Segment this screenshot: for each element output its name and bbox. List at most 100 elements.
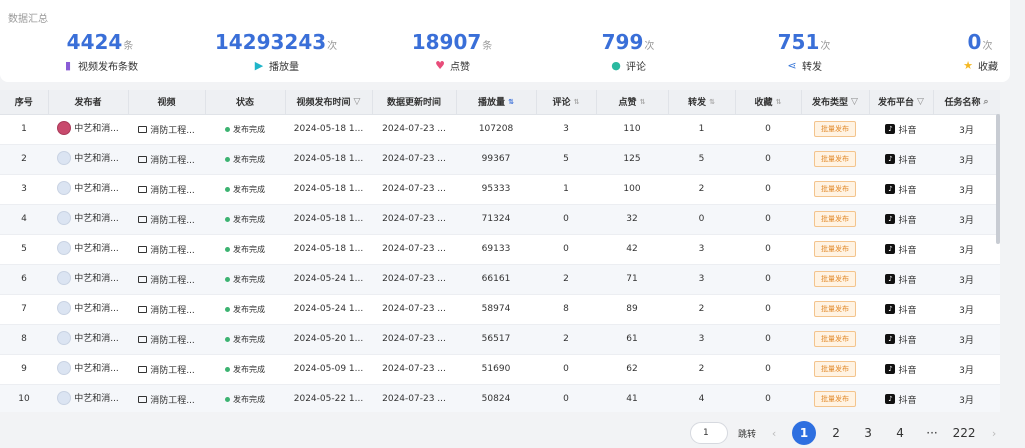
- sort-icon[interactable]: ⇅: [574, 98, 580, 106]
- cell-task-name: 3月: [933, 234, 1000, 265]
- stat-value: 14293243: [214, 30, 327, 54]
- table-row[interactable]: 6 中艺和消... 消防工程... 发布完成 2024-05-24 1... 2024-0…: [0, 264, 1000, 295]
- page-button[interactable]: 4: [888, 421, 912, 445]
- cell-video[interactable]: 消防工程...: [128, 234, 205, 265]
- cell-platform: ♪ 抖音: [869, 204, 933, 235]
- cell-video[interactable]: 消防工程...: [128, 264, 205, 295]
- cell-shares: 1: [668, 114, 735, 145]
- star-icon: ★: [963, 58, 973, 72]
- cell-publish-time: 2024-05-24 1...: [285, 264, 372, 295]
- cell-task-name: 3月: [933, 114, 1000, 145]
- cell-publisher: 中艺和消...: [48, 294, 128, 325]
- table-row[interactable]: 9 中艺和消... 消防工程... 发布完成 2024-05-09 1... 2024-0…: [0, 354, 1000, 385]
- table-row[interactable]: 10 中艺和消... 消防工程... 发布完成 2024-05-22 1... 2024-…: [0, 384, 1000, 412]
- cell-platform: ♪ 抖音: [869, 354, 933, 385]
- col-favorites[interactable]: 收藏 ⇅: [735, 90, 802, 115]
- search-icon[interactable]: ⌕: [983, 97, 988, 107]
- col-platform[interactable]: 发布平台 ▽: [869, 90, 934, 115]
- cell-update-time: 2024-07-23 ...: [372, 324, 456, 355]
- cell-plays: 58974: [456, 294, 536, 325]
- col-task-name[interactable]: 任务名称 ⌕: [933, 90, 1000, 115]
- cell-favorites: 0: [735, 354, 801, 385]
- cell-publisher: 中艺和消...: [48, 204, 128, 235]
- cell-plays: 99367: [456, 144, 536, 175]
- chevron-right-icon[interactable]: ›: [984, 427, 1004, 440]
- cell-publisher: 中艺和消...: [48, 114, 128, 145]
- cell-video[interactable]: 消防工程...: [128, 384, 205, 412]
- cell-plays: 50824: [456, 384, 536, 412]
- avatar: [57, 150, 72, 165]
- cell-video[interactable]: 消防工程...: [128, 354, 205, 385]
- video-icon: [138, 125, 148, 133]
- filter-icon[interactable]: ▽: [851, 97, 858, 107]
- stat-unit: 次: [982, 41, 993, 52]
- table-row[interactable]: 4 中艺和消... 消防工程... 发布完成 2024-05-18 1... 2024-0…: [0, 204, 1000, 235]
- col-publish-time[interactable]: 视频发布时间 ▽: [285, 90, 373, 115]
- sort-icon[interactable]: ⇅: [508, 98, 514, 106]
- cell-update-time: 2024-07-23 ...: [372, 384, 456, 412]
- sort-icon[interactable]: ⇅: [776, 98, 782, 106]
- stat-card: 799次 ● 评论: [548, 30, 708, 73]
- cell-video[interactable]: 消防工程...: [128, 294, 205, 325]
- cell-publish-time: 2024-05-09 1...: [285, 354, 372, 385]
- stat-unit: 条: [482, 41, 493, 52]
- cell-likes: 42: [596, 234, 668, 265]
- play-icon: ▶: [254, 58, 264, 72]
- table-row[interactable]: 7 中艺和消... 消防工程... 发布完成 2024-05-24 1... 2024-0…: [0, 294, 1000, 325]
- video-data-table: 序号 发布者 视频 状态 视频发布时间 ▽ 数据更新时间 播放量 ⇅ 评论 ⇅ 点赞 ⇅…: [0, 90, 1000, 412]
- cell-likes: 71: [596, 264, 668, 295]
- cell-platform: ♪ 抖音: [869, 384, 933, 412]
- cell-publish-time: 2024-05-18 1...: [285, 114, 372, 145]
- cell-video[interactable]: 消防工程...: [128, 144, 205, 175]
- cell-video[interactable]: 消防工程...: [128, 114, 205, 145]
- table-row[interactable]: 8 中艺和消... 消防工程... 发布完成 2024-05-20 1... 2024-0…: [0, 324, 1000, 355]
- sort-icon[interactable]: ⇅: [709, 98, 715, 106]
- table-scrollbar[interactable]: [996, 114, 1000, 244]
- page-ellipsis[interactable]: ···: [920, 421, 944, 445]
- heart-icon: ♥: [435, 58, 445, 72]
- cell-publish-type: 批量发布: [801, 294, 869, 325]
- cell-comments: 3: [536, 114, 596, 145]
- page-jump-input[interactable]: 1: [690, 422, 728, 444]
- page-jump-button[interactable]: 跳转: [738, 427, 756, 440]
- cell-comments: 0: [536, 204, 596, 235]
- chevron-left-icon[interactable]: ‹: [764, 427, 784, 440]
- video-list-icon: ▮: [64, 58, 72, 72]
- page-button[interactable]: 222: [952, 421, 976, 445]
- filter-icon[interactable]: ▽: [917, 97, 924, 107]
- table-row[interactable]: 2 中艺和消... 消防工程... 发布完成 2024-05-18 1... 2024-0…: [0, 144, 1000, 175]
- cell-video[interactable]: 消防工程...: [128, 174, 205, 205]
- table-row[interactable]: 5 中艺和消... 消防工程... 发布完成 2024-05-18 1... 2024-0…: [0, 234, 1000, 265]
- publish-type-badge: 批量发布: [814, 241, 856, 257]
- page-button[interactable]: 3: [856, 421, 880, 445]
- col-update-time: 数据更新时间: [372, 90, 457, 115]
- cell-favorites: 0: [735, 114, 801, 145]
- col-comments[interactable]: 评论 ⇅: [536, 90, 597, 115]
- cell-comments: 2: [536, 324, 596, 355]
- cell-favorites: 0: [735, 204, 801, 235]
- table-row[interactable]: 1 中艺和消... 消防工程... 发布完成 2024-05-18 1... 2024-0…: [0, 114, 1000, 145]
- stat-label: 视频发布条数: [78, 62, 138, 73]
- cell-status: 发布完成: [205, 234, 285, 265]
- col-publish-type[interactable]: 发布类型 ▽: [801, 90, 870, 115]
- douyin-icon: ♪: [885, 124, 896, 134]
- cell-index: 3: [0, 174, 48, 205]
- filter-icon[interactable]: ▽: [354, 97, 361, 107]
- col-shares[interactable]: 转发 ⇅: [668, 90, 736, 115]
- cell-video[interactable]: 消防工程...: [128, 204, 205, 235]
- stat-value: 751: [777, 30, 820, 54]
- cell-update-time: 2024-07-23 ...: [372, 174, 456, 205]
- cell-update-time: 2024-07-23 ...: [372, 294, 456, 325]
- table-row[interactable]: 3 中艺和消... 消防工程... 发布完成 2024-05-18 1... 2024-0…: [0, 174, 1000, 205]
- page-button[interactable]: 2: [824, 421, 848, 445]
- page-button[interactable]: 1: [792, 421, 817, 445]
- col-plays[interactable]: 播放量 ⇅: [456, 90, 537, 115]
- cell-video[interactable]: 消防工程...: [128, 324, 205, 355]
- cell-status: 发布完成: [205, 114, 285, 145]
- cell-update-time: 2024-07-23 ...: [372, 234, 456, 265]
- cell-favorites: 0: [735, 264, 801, 295]
- stat-card: 751次 ⋖ 转发: [724, 30, 884, 73]
- cell-platform: ♪ 抖音: [869, 174, 933, 205]
- sort-icon[interactable]: ⇅: [640, 98, 646, 106]
- col-likes[interactable]: 点赞 ⇅: [596, 90, 669, 115]
